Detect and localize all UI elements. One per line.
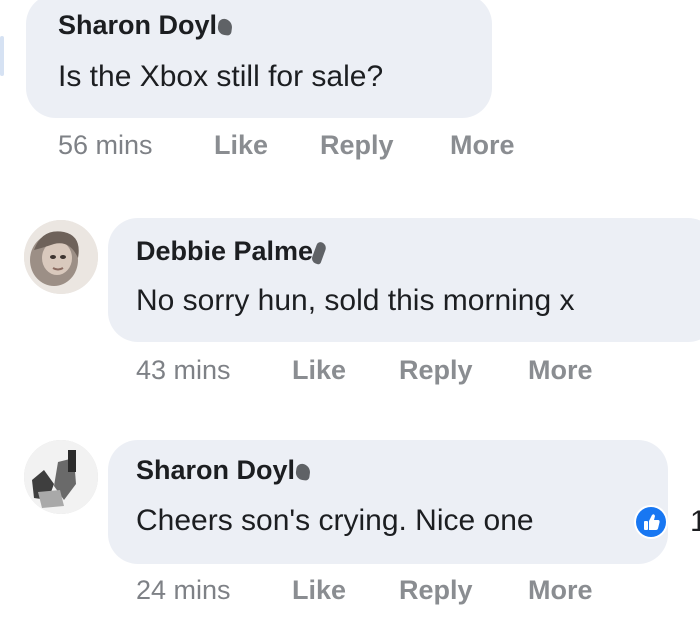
comment-thread: Sharon Doyl Is the Xbox still for sale? …	[0, 0, 700, 627]
profile-photo-icon	[24, 440, 98, 514]
like-icon	[644, 514, 660, 530]
timestamp[interactable]: 24 mins	[136, 575, 231, 606]
reply-link[interactable]: Reply	[399, 575, 473, 606]
redaction-smudge	[294, 463, 312, 481]
comment-text: Cheers son's crying. Nice one	[136, 504, 534, 537]
comment-author[interactable]: Sharon Doyl	[136, 455, 312, 486]
avatar[interactable]	[24, 440, 98, 514]
like-link[interactable]: Like	[292, 575, 346, 606]
comment-3: Sharon Doyl Cheers son's crying. Nice on…	[0, 0, 700, 627]
like-reaction-badge[interactable]	[634, 505, 668, 539]
more-link[interactable]: More	[528, 575, 593, 606]
edge-accent	[0, 36, 4, 76]
author-name: Sharon Doyl	[136, 455, 296, 485]
reaction-count: 1	[690, 505, 700, 538]
